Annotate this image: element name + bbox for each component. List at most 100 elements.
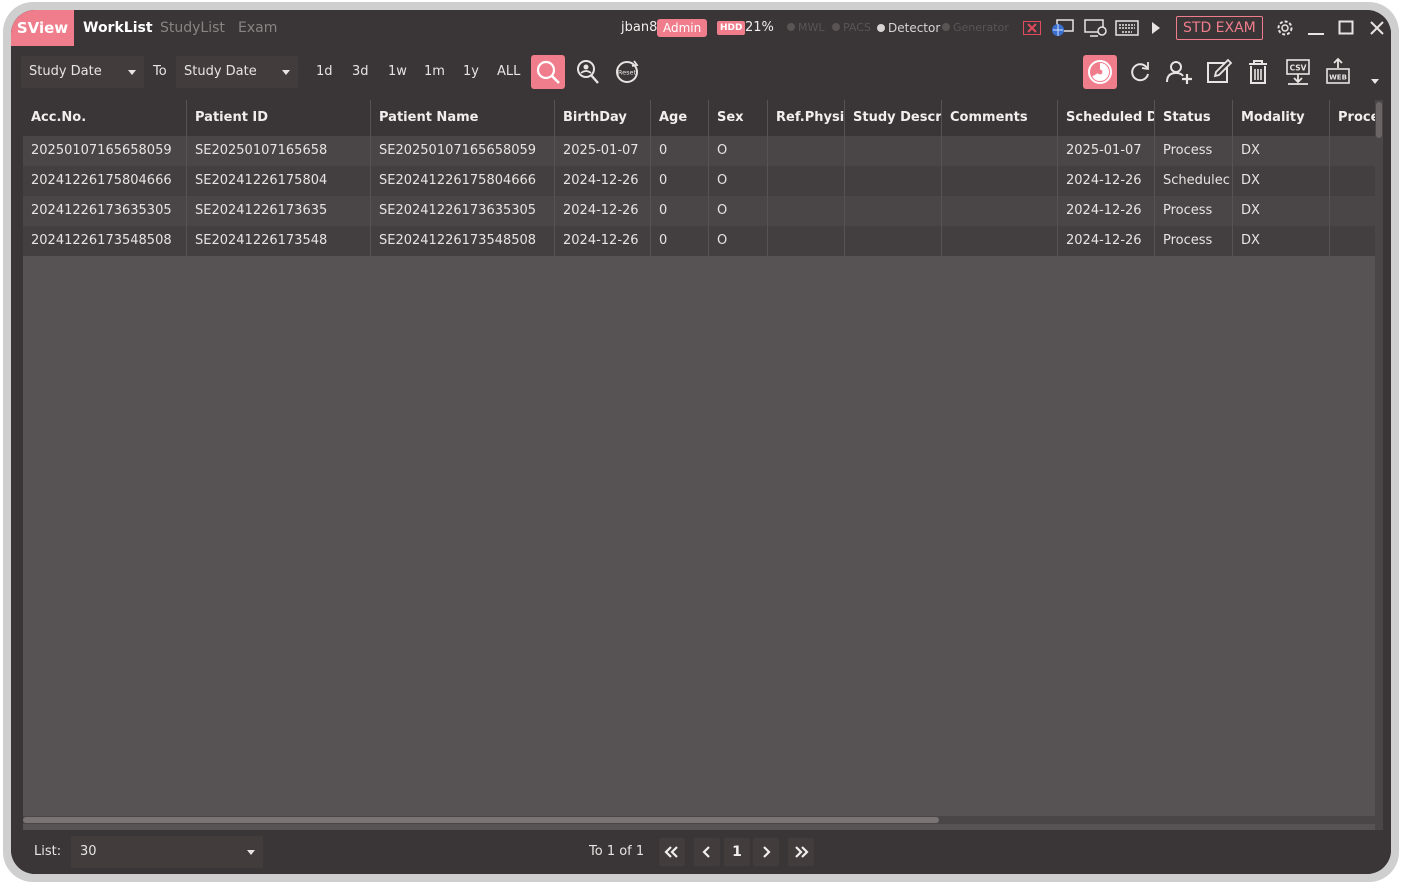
tab-worklist[interactable]: WorkList (83, 10, 153, 46)
vertical-scrollbar[interactable] (1375, 100, 1383, 830)
vertical-scrollbar-thumb[interactable] (1376, 102, 1382, 138)
table-row[interactable]: 20241226173548508 SE20241226173548 SE202… (23, 226, 1375, 256)
cell-comments (942, 226, 1058, 256)
tab-exam[interactable]: Exam (238, 10, 277, 46)
web-upload-button[interactable]: WEB (1321, 55, 1355, 89)
refresh-icon (1131, 62, 1149, 82)
range-1w-button[interactable]: 1w (388, 56, 407, 88)
column-header-procedure[interactable]: Proce (1330, 100, 1375, 136)
status-mwl: MWL (787, 10, 825, 46)
cell-status: Process (1155, 136, 1233, 166)
cell-patient-id: SE20241226175804 (187, 166, 371, 196)
column-header-modality[interactable]: Modality (1233, 100, 1330, 136)
column-header-study-description[interactable]: Study Descri (845, 100, 942, 136)
play-icon[interactable] (1151, 21, 1161, 35)
keyboard-icon[interactable] (1115, 20, 1139, 36)
cell-birthday: 2024-12-26 (555, 226, 651, 256)
column-header-acc-no[interactable]: Acc.No. (23, 100, 187, 136)
cell-procedure (1330, 166, 1375, 196)
range-3d-button[interactable]: 3d (352, 56, 369, 88)
column-header-status[interactable]: Status (1155, 100, 1233, 136)
cell-acc-no: 20241226175804666 (23, 166, 187, 196)
column-header-patient-id[interactable]: Patient ID (187, 100, 371, 136)
last-page-button[interactable] (788, 838, 814, 866)
status-detector: Detector (877, 10, 940, 46)
gear-icon[interactable] (1275, 18, 1295, 38)
column-header-birthday[interactable]: BirthDay (555, 100, 651, 136)
range-1y-button[interactable]: 1y (463, 56, 479, 88)
user-name: jban8 (621, 20, 658, 35)
range-1d-button[interactable]: 1d (316, 56, 333, 88)
maximize-icon[interactable] (1338, 20, 1354, 36)
column-header-sex[interactable]: Sex (709, 100, 768, 136)
app-window: SView WorkList StudyList Exam jban8 Admi… (11, 10, 1391, 874)
radiation-icon (1088, 60, 1112, 84)
advanced-search-button[interactable] (570, 55, 604, 89)
from-date-field-select[interactable]: Study Date (21, 56, 144, 88)
next-page-button[interactable] (753, 838, 779, 866)
display-settings-icon[interactable] (1084, 19, 1108, 37)
cell-patient-name: SE20241226175804666 (371, 166, 555, 196)
cell-sex: O (709, 226, 768, 256)
error-close-icon[interactable] (1023, 21, 1041, 35)
cell-study-description (845, 226, 942, 256)
column-header-patient-name[interactable]: Patient Name (371, 100, 555, 136)
to-date-field-select[interactable]: Study Date (176, 56, 298, 88)
cell-comments (942, 166, 1058, 196)
close-icon[interactable] (1369, 20, 1385, 36)
cell-acc-no: 20241226173548508 (23, 226, 187, 256)
cell-modality: DX (1233, 196, 1330, 226)
cell-age: 0 (651, 136, 709, 166)
reset-icon: Reset (616, 60, 639, 83)
table-row[interactable]: 20241226175804666 SE20241226175804 SE202… (23, 166, 1375, 196)
radiation-exposure-button[interactable] (1083, 55, 1117, 89)
more-options-chevron-icon[interactable] (1371, 79, 1379, 85)
column-header-scheduled-date[interactable]: Scheduled D (1058, 100, 1155, 136)
search-button[interactable] (531, 55, 565, 89)
range-all-button[interactable]: ALL (497, 56, 520, 88)
export-csv-button[interactable]: CSV (1281, 55, 1315, 89)
double-chevron-left-icon (664, 846, 678, 858)
cell-sex: O (709, 196, 768, 226)
horizontal-scrollbar-thumb[interactable] (23, 817, 939, 823)
chevron-down-icon (282, 70, 290, 75)
table-row[interactable]: 20250107165658059 SE20250107165658 SE202… (23, 136, 1375, 166)
cell-age: 0 (651, 226, 709, 256)
minimize-icon[interactable] (1307, 20, 1325, 36)
cell-modality: DX (1233, 226, 1330, 256)
reset-button[interactable]: Reset (610, 55, 644, 89)
list-size-select[interactable]: 30 (71, 836, 263, 868)
horizontal-scrollbar[interactable] (23, 816, 1375, 824)
pagination-footer: List: 30 To 1 of 1 1 (11, 830, 1391, 874)
delete-button[interactable] (1241, 55, 1275, 89)
hdd-usage: 21% (745, 20, 774, 35)
list-size-label: List: (34, 844, 62, 859)
cell-study-description (845, 166, 942, 196)
cell-sex: O (709, 166, 768, 196)
network-monitor-icon[interactable] (1051, 19, 1075, 37)
page-info: To 1 of 1 (589, 844, 645, 859)
column-header-ref-physician[interactable]: Ref.Physi (768, 100, 845, 136)
std-exam-button[interactable]: STD EXAM (1176, 16, 1263, 40)
range-1m-button[interactable]: 1m (424, 56, 445, 88)
refresh-button[interactable] (1123, 55, 1157, 89)
edit-button[interactable] (1202, 55, 1236, 89)
cell-study-description (845, 136, 942, 166)
title-bar: SView WorkList StudyList Exam jban8 Admi… (11, 10, 1391, 46)
cell-patient-name: SE20241226173548508 (371, 226, 555, 256)
previous-page-button[interactable] (694, 838, 720, 866)
add-patient-button[interactable] (1162, 55, 1196, 89)
trash-icon (1249, 60, 1267, 84)
cell-comments (942, 136, 1058, 166)
cell-scheduled-date: 2024-12-26 (1058, 166, 1155, 196)
column-header-comments[interactable]: Comments (942, 100, 1058, 136)
search-icon (536, 60, 560, 84)
edit-icon (1207, 58, 1233, 83)
double-chevron-right-icon (795, 846, 809, 858)
cell-status: Process (1155, 226, 1233, 256)
cell-procedure (1330, 226, 1375, 256)
first-page-button[interactable] (659, 838, 685, 866)
column-header-age[interactable]: Age (651, 100, 709, 136)
tab-studylist[interactable]: StudyList (160, 10, 225, 46)
table-row[interactable]: 20241226173635305 SE20241226173635 SE202… (23, 196, 1375, 226)
